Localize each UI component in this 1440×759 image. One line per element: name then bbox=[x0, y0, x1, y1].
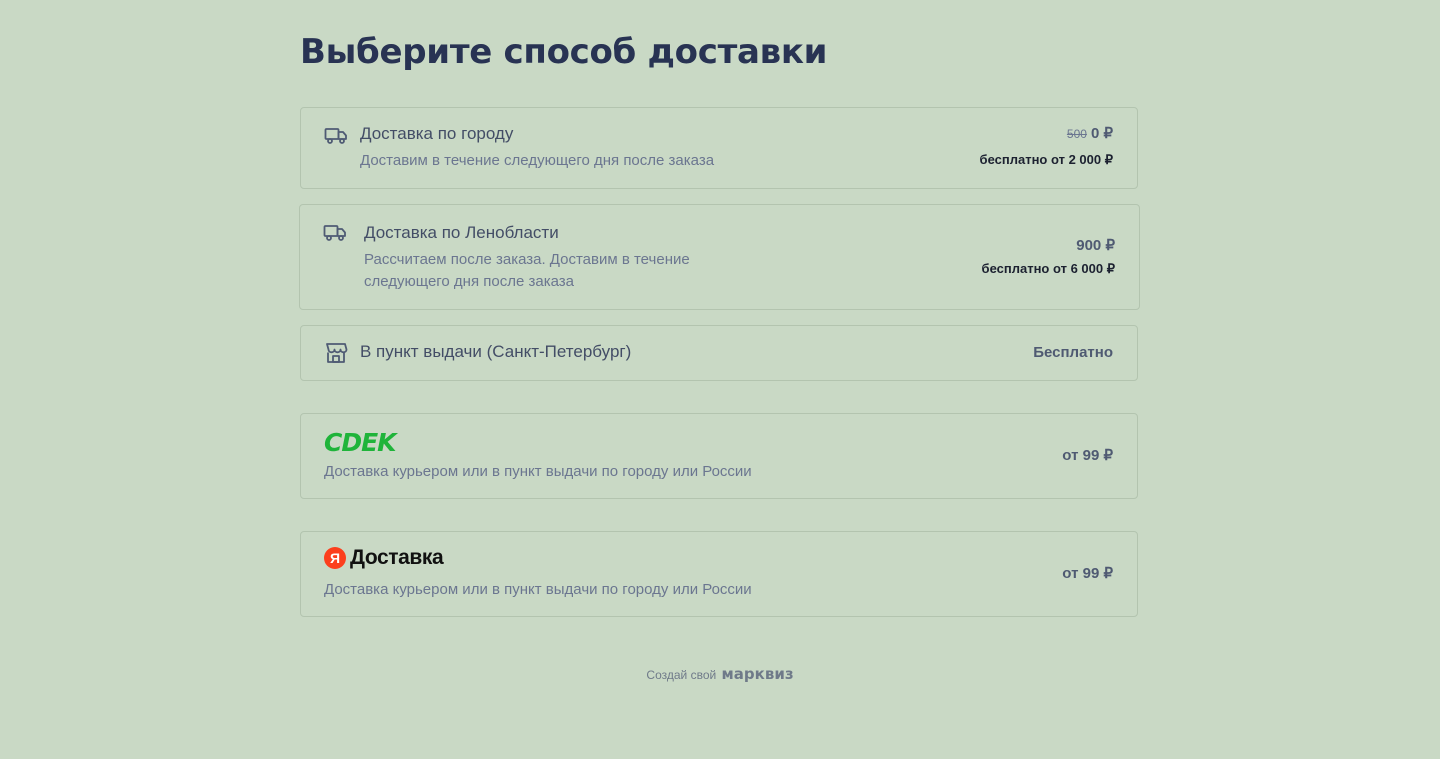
delivery-option-yandex[interactable]: Я Доставка Доставка курьером или в пункт … bbox=[300, 531, 1138, 617]
delivery-option-pickup[interactable]: В пункт выдачи (Санкт-Петербург) Бесплат… bbox=[300, 325, 1138, 381]
truck-icon bbox=[323, 222, 347, 244]
option-price: от 99 ₽ bbox=[1062, 565, 1113, 582]
footer-prefix: Создай свой bbox=[646, 668, 717, 682]
old-price: 500 bbox=[1066, 127, 1087, 141]
option-title: Доставка по городу bbox=[360, 124, 514, 143]
option-subtitle: Доставим в течение следующего дня после … bbox=[360, 152, 715, 169]
option-subtitle: Доставка курьером или в пункт выдачи по … bbox=[324, 463, 752, 480]
page-title: Выберите способ доставки bbox=[300, 32, 828, 72]
delivery-option-city[interactable]: Доставка по городу Доставим в течение сл… bbox=[300, 107, 1138, 189]
option-title: В пункт выдачи (Санкт-Петербург) bbox=[360, 342, 632, 361]
delivery-option-cdek[interactable]: CDEK Доставка курьером или в пункт выдач… bbox=[300, 413, 1138, 499]
yandex-delivery-logo: Я Доставка bbox=[324, 546, 444, 570]
store-icon bbox=[324, 342, 348, 364]
truck-icon bbox=[324, 125, 348, 147]
free-threshold-note: бесплатно от 2 000 ₽ bbox=[979, 152, 1113, 167]
current-price: 0 ₽ bbox=[1090, 125, 1113, 142]
option-title: Доставка по Ленобласти bbox=[364, 223, 559, 242]
option-price: Бесплатно bbox=[1033, 344, 1113, 361]
option-subtitle: Доставка курьером или в пункт выдачи по … bbox=[324, 581, 752, 598]
footer-brand-link[interactable]: марквиз bbox=[722, 665, 794, 683]
footer-credit: Создай свой марквиз bbox=[300, 665, 1140, 683]
free-threshold-note: бесплатно от 6 000 ₽ bbox=[981, 261, 1115, 276]
yandex-logo-text: Доставка bbox=[350, 546, 444, 569]
option-price: от 99 ₽ bbox=[1062, 447, 1113, 464]
delivery-option-region[interactable]: Доставка по Ленобласти Рассчитаем после … bbox=[299, 204, 1140, 310]
option-price: 500 0 ₽ bbox=[1067, 124, 1113, 142]
option-subtitle-line1: Рассчитаем после заказа. Доставим в тече… bbox=[364, 251, 690, 268]
option-subtitle-line2: следующего дня после заказа bbox=[364, 273, 574, 290]
yandex-logo-icon: Я bbox=[324, 547, 346, 569]
option-price: 900 ₽ bbox=[1076, 237, 1115, 254]
cdek-logo: CDEK bbox=[324, 428, 397, 457]
